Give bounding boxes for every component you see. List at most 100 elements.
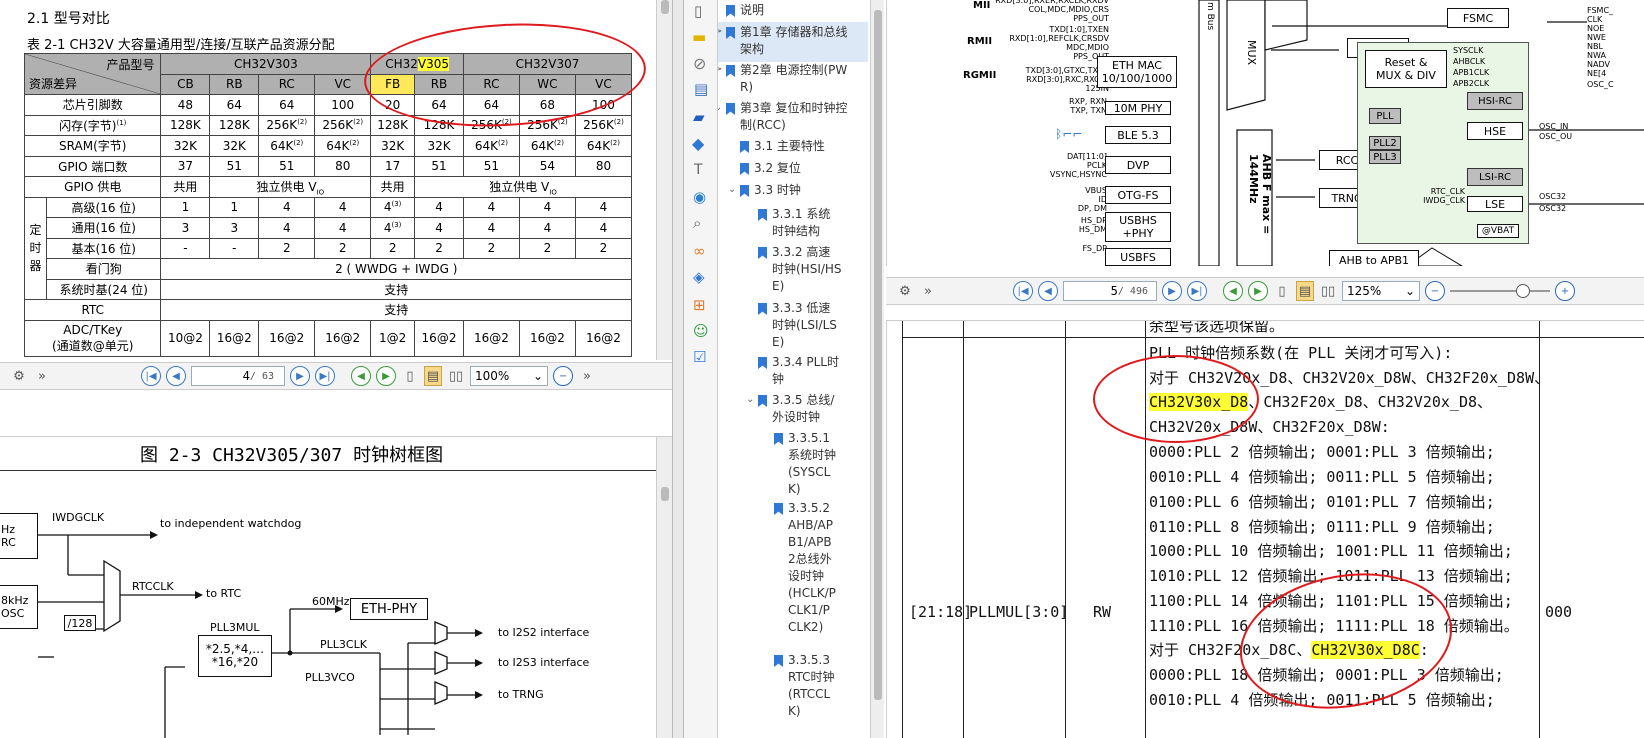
- desc-line: 1010:PLL 12 倍频输出; 1011:PLL 13 倍频输出;: [1149, 567, 1513, 586]
- table-cell: 16@2: [209, 319, 260, 357]
- page-thumbnail-icon[interactable]: ▯: [694, 2, 702, 20]
- subcol: RC: [462, 73, 520, 95]
- right-bottom-document-pane[interactable]: 余型号该选项保留。 [21:18] PLLMUL[3:0] RW 000 PLL…: [886, 320, 1644, 738]
- layers-icon[interactable]: ◆: [692, 134, 704, 153]
- back-button[interactable]: ◀: [1223, 281, 1243, 301]
- right-top-toolbar: ⚙ » |◀ ◀ 5/ 496 ▶ ▶| ◀ ▶ ▯ ▤ ▯▯ 125% ⌄ − …: [886, 277, 1644, 305]
- two-page-icon[interactable]: ▯▯: [447, 366, 465, 386]
- accessibility-icon[interactable]: ☺: [693, 322, 709, 340]
- document-icon[interactable]: ▤: [694, 80, 708, 98]
- expand-caret-icon[interactable]: ⌄: [728, 184, 736, 195]
- bookmark-item[interactable]: 3.3.5.1 系统时钟(SYSCLK): [788, 430, 836, 498]
- bookmark-item[interactable]: 3.3 时钟: [754, 182, 854, 199]
- expand-caret-icon[interactable]: >: [718, 26, 722, 37]
- location-icon[interactable]: ◉: [693, 188, 706, 206]
- bookmark-icon: [758, 209, 767, 221]
- subcol: VC: [574, 73, 633, 95]
- left-bottom-document-pane[interactable]: 图 2-3 CH32V305/307 时钟树框图 HzRC 8kHzOSC: [0, 436, 672, 738]
- continuous-page-icon[interactable]: ▤: [424, 366, 442, 386]
- table-cell: 4: [258, 196, 316, 218]
- back-button[interactable]: ◀: [351, 366, 371, 386]
- apb2clk-label: APB2CLK: [1453, 79, 1490, 88]
- table-cell: 4: [258, 217, 316, 239]
- table-row: 定时器 高级(16 位) 1 1 4 4 4(3) 4 4 4 4: [24, 196, 633, 300]
- bookmarks-scrollbar[interactable]: [870, 0, 884, 738]
- more-icon[interactable]: »: [578, 366, 596, 386]
- bookmark-item[interactable]: 3.1 主要特性: [754, 138, 854, 155]
- last-page-button[interactable]: ▶|: [1187, 281, 1207, 301]
- settings-icon[interactable]: ⚙: [896, 281, 914, 301]
- link-icon[interactable]: ∞: [693, 242, 706, 260]
- page-number-field[interactable]: 4/ 63: [191, 366, 285, 386]
- table-cell: 80: [574, 155, 633, 177]
- bit-range: [21:18]: [909, 603, 973, 621]
- pll3clk-label: PLL3CLK: [320, 638, 367, 651]
- bookmark-item[interactable]: 说明: [740, 2, 860, 19]
- single-page-icon[interactable]: ▯: [401, 366, 419, 386]
- next-page-button[interactable]: ▶: [1162, 281, 1182, 301]
- page-number-field[interactable]: 5/ 496: [1063, 281, 1157, 301]
- resource-table: 产品型号 资源差异 CH32V303 CH32V305 CH32V307 CB …: [23, 53, 633, 357]
- table-cell: 64: [209, 94, 260, 116]
- search-icon[interactable]: ⌕: [693, 214, 701, 232]
- vertical-scrollbar[interactable]: [656, 437, 672, 738]
- zoom-out-button[interactable]: −: [553, 366, 573, 386]
- left-top-document-pane[interactable]: 2.1 型号对比 表 2-1 CH32V 大容量通用型/连接/互联产品资源分配 …: [0, 0, 672, 390]
- group-v303: CH32V303: [160, 53, 372, 75]
- bookmark-item[interactable]: 3.2 复位: [754, 160, 854, 177]
- zoom-select[interactable]: 100% ⌄: [470, 366, 548, 386]
- two-page-icon[interactable]: ▯▯: [1319, 281, 1337, 301]
- chevron-down-icon[interactable]: »: [33, 366, 51, 386]
- bookmark-item[interactable]: 3.3.1 系统时钟结构: [772, 206, 842, 240]
- zoom-slider-thumb[interactable]: [1516, 284, 1530, 298]
- attachment-icon[interactable]: ⊘: [693, 54, 706, 73]
- right-top-document-pane[interactable]: MII RMII RGMII RXD[3:0],RXER,RXCLK,RXDV …: [886, 0, 1644, 266]
- bookmark-item[interactable]: 第2章 电源控制(PWR): [740, 62, 850, 96]
- continuous-page-icon[interactable]: ▤: [1296, 281, 1314, 301]
- comment-icon[interactable]: ▬: [692, 28, 706, 46]
- lse-block: LSE: [1467, 196, 1523, 212]
- settings-icon[interactable]: ⚙: [10, 366, 28, 386]
- table-row: ADC/TKey (通道数@单元) 10@2 16@2 16@2 16@2 1@2 16@2 1…: [23, 319, 633, 357]
- bookmark-item[interactable]: 3.3.5.3 RTC时钟(RTCCLK): [788, 652, 836, 720]
- checklist-icon[interactable]: ☑: [693, 348, 706, 366]
- bookmark-item[interactable]: 第3章 复位和时钟控制(RCC): [740, 100, 850, 134]
- prev-page-button[interactable]: ◀: [1038, 281, 1058, 301]
- bookmark-item[interactable]: 3.3.3 低速时钟(LSI/LSE): [772, 300, 842, 351]
- first-page-button[interactable]: |◀: [141, 366, 161, 386]
- zoom-in-button[interactable]: +: [1555, 281, 1575, 301]
- table-cell: 17: [370, 155, 416, 177]
- last-page-button[interactable]: ▶|: [315, 366, 335, 386]
- bookmark-item[interactable]: 3.3.5.2 AHB/APB1/APB2总线外设时钟(HCLK/PCLK1/P…: [788, 500, 836, 636]
- forward-button[interactable]: ▶: [1248, 281, 1268, 301]
- reset-value: 000: [1545, 603, 1573, 621]
- osc32-in-label: OSC32: [1539, 192, 1567, 201]
- ahb-apb1-block: AHB to APB1: [1329, 250, 1419, 266]
- next-page-button[interactable]: ▶: [290, 366, 310, 386]
- expand-caret-icon[interactable]: >: [718, 64, 722, 75]
- single-page-icon[interactable]: ▯: [1273, 281, 1291, 301]
- bookmark-item[interactable]: 3.3.4 PLL时钟: [772, 354, 842, 388]
- chevron-down-icon[interactable]: »: [919, 281, 937, 301]
- tag-icon[interactable]: ◈: [693, 268, 705, 286]
- prev-page-button[interactable]: ◀: [166, 366, 186, 386]
- forward-button[interactable]: ▶: [376, 366, 396, 386]
- first-page-button[interactable]: |◀: [1013, 281, 1033, 301]
- splitter[interactable]: [672, 0, 684, 738]
- bookmark-item[interactable]: 3.3.2 高速时钟(HSI/HSE): [772, 244, 842, 295]
- bookmark-item[interactable]: 第1章 存储器和总线架构: [740, 24, 850, 58]
- zoom-slider[interactable]: [1450, 281, 1550, 301]
- table-cell: 支持: [160, 299, 632, 321]
- zoom-out-button[interactable]: −: [1425, 281, 1445, 301]
- compare-icon[interactable]: ⊞: [693, 296, 706, 314]
- ahbclk-label: AHBCLK: [1453, 57, 1486, 66]
- text-icon[interactable]: T: [694, 162, 703, 178]
- expand-caret-icon[interactable]: ⌄: [718, 102, 722, 113]
- vertical-scrollbar[interactable]: [656, 0, 672, 360]
- bookmark-item[interactable]: 3.3.5 总线/外设时钟: [772, 392, 842, 426]
- bookmark-icon: [740, 141, 749, 153]
- expand-caret-icon[interactable]: ⌄: [746, 394, 754, 405]
- table-cell: 256K(2): [462, 114, 520, 136]
- bookmark-panel-icon[interactable]: ▰: [693, 108, 705, 126]
- zoom-select[interactable]: 125% ⌄: [1342, 281, 1420, 301]
